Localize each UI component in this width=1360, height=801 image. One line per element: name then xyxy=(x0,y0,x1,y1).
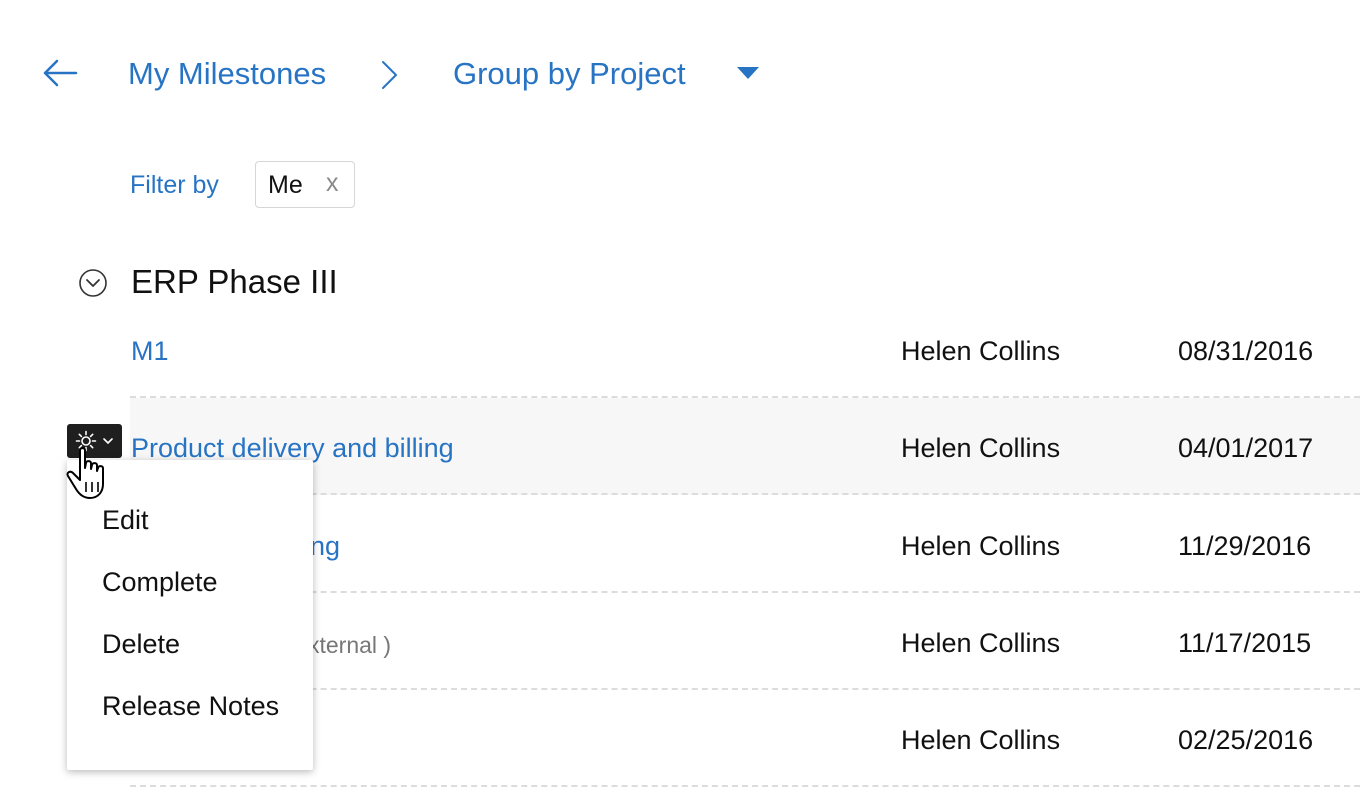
breadcrumb-my-milestones[interactable]: My Milestones xyxy=(128,54,326,94)
milestone-owner: Helen Collins xyxy=(901,628,1061,658)
milestone-row[interactable]: Product delivery and billing Helen Colli… xyxy=(130,398,1360,495)
milestone-row[interactable]: Helen Collins 02/25/2016 xyxy=(130,690,1360,787)
group-by-dropdown[interactable]: Group by Project xyxy=(453,54,686,94)
milestone-name[interactable]: M1 xyxy=(131,333,169,369)
back-arrow-icon[interactable] xyxy=(40,56,80,90)
milestone-row[interactable]: M1 Helen Collins 08/31/2016 xyxy=(130,301,1360,398)
close-icon[interactable]: x xyxy=(326,166,339,200)
filter-chip-label: Me xyxy=(268,171,303,199)
milestone-date: 04/01/2017 xyxy=(1178,433,1314,463)
chevron-right-icon xyxy=(382,61,397,89)
group-title: ERP Phase III xyxy=(131,263,338,300)
filter-by-label: Filter by xyxy=(130,171,219,199)
row-actions-menu: Edit Complete Delete Release Notes xyxy=(67,460,313,770)
hand-pointer-icon xyxy=(66,447,104,499)
menu-item-delete[interactable]: Delete xyxy=(102,626,180,662)
milestone-date: 11/17/2015 xyxy=(1178,628,1312,658)
menu-item-edit[interactable]: Edit xyxy=(102,502,149,538)
milestone-name: xternal ) xyxy=(308,632,392,658)
milestone-row[interactable]: xternal ) Helen Collins 11/17/2015 xyxy=(130,593,1360,690)
menu-item-release-notes[interactable]: Release Notes xyxy=(102,688,279,724)
milestone-owner: Helen Collins xyxy=(901,433,1061,463)
milestone-owner: Helen Collins xyxy=(901,725,1061,755)
milestone-row[interactable]: ing Helen Collins 11/29/2016 xyxy=(130,496,1360,593)
filter-chip-me: Me x xyxy=(255,161,355,208)
milestone-date: 08/31/2016 xyxy=(1178,336,1314,366)
chevron-down-icon xyxy=(103,438,113,445)
milestone-date: 11/29/2016 xyxy=(1178,531,1312,561)
milestone-date: 02/25/2016 xyxy=(1178,725,1314,755)
collapse-circle-icon[interactable] xyxy=(78,268,108,298)
milestone-owner: Helen Collins xyxy=(901,336,1061,366)
caret-down-icon[interactable] xyxy=(735,64,761,82)
menu-item-complete[interactable]: Complete xyxy=(102,564,218,600)
milestone-owner: Helen Collins xyxy=(901,531,1061,561)
